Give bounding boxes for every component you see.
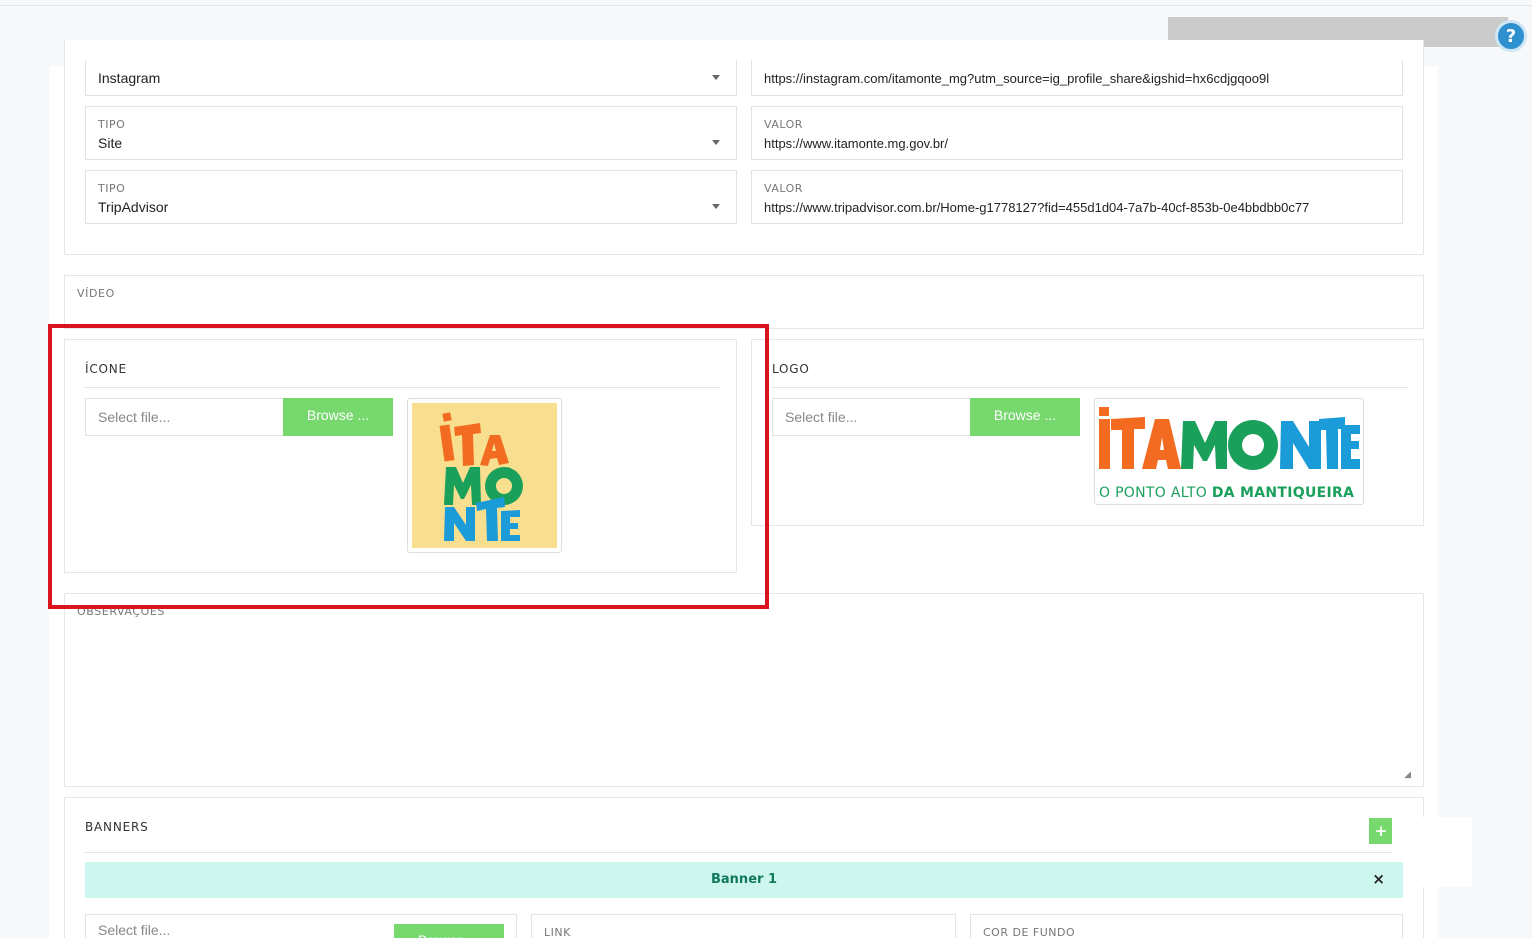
observacoes-textarea[interactable]: OBSERVAÇÕES ◢ [64, 593, 1424, 787]
social-value-text: https://instagram.com/itamonte_mg?utm_so… [764, 71, 1270, 86]
cor-de-fundo-label: COR DE FUNDO [983, 926, 1076, 938]
video-label: VÍDEO [77, 287, 115, 300]
valor-label: VALOR [764, 182, 803, 195]
social-type-select[interactable]: TIPO Site [85, 106, 737, 160]
banner-bg-color-field[interactable]: COR DE FUNDO [970, 914, 1403, 938]
banner-title: Banner 1 [711, 872, 777, 887]
social-type-value: Instagram [98, 70, 161, 86]
banner-header[interactable]: Banner 1 × [85, 862, 1403, 898]
top-divider [0, 5, 1532, 6]
social-value-text: https://www.itamonte.mg.gov.br/ [764, 136, 948, 151]
banner-link-field[interactable]: LINK [531, 914, 956, 938]
overlay-block [1392, 817, 1472, 887]
logo-file-input[interactable]: Select file... [772, 398, 972, 436]
close-icon[interactable]: × [1372, 870, 1385, 888]
highlight-annotation [48, 324, 769, 609]
banner-file-placeholder: Select file... [98, 922, 171, 938]
social-value-field[interactable]: VALOR https://www.tripadvisor.com.br/Hom… [751, 170, 1403, 224]
chevron-down-icon [712, 140, 720, 145]
logo-browse-button[interactable]: Browse ... [970, 398, 1080, 436]
social-value-field[interactable]: https://instagram.com/itamonte_mg?utm_so… [751, 60, 1403, 96]
tipo-label: TIPO [98, 118, 126, 131]
divider [85, 852, 1405, 853]
social-type-value: Site [98, 135, 123, 151]
help-icon[interactable]: ? [1495, 20, 1527, 52]
logo-tagline-bold: DA MANTIQUEIRA [1211, 485, 1355, 501]
resize-handle-icon[interactable]: ◢ [1404, 770, 1411, 780]
video-field[interactable]: VÍDEO [64, 275, 1424, 329]
tipo-label: TIPO [98, 182, 126, 195]
divider [772, 387, 1408, 388]
chevron-down-icon [712, 204, 720, 209]
social-value-field[interactable]: VALOR https://www.itamonte.mg.gov.br/ [751, 106, 1403, 160]
social-type-select[interactable]: TIPO TripAdvisor [85, 170, 737, 224]
social-value-text: https://www.tripadvisor.com.br/Home-g177… [764, 200, 1310, 215]
banner-browse-button[interactable]: Browse ... [394, 924, 504, 938]
logo-file-placeholder: Select file... [785, 409, 858, 425]
logo-tagline-light: O PONTO ALTO [1099, 485, 1208, 501]
chevron-down-icon [712, 75, 720, 80]
valor-label: VALOR [764, 118, 803, 131]
logo-section: LOGO Select file... Browse ... O PONTO A… [751, 339, 1424, 526]
logo-preview: O PONTO ALTO DA MANTIQUEIRA [1094, 398, 1364, 505]
social-type-select[interactable]: Instagram [85, 60, 737, 96]
add-banner-button[interactable]: + [1369, 818, 1393, 844]
logo-title: LOGO [772, 362, 810, 376]
social-type-value: TripAdvisor [98, 199, 169, 215]
banners-title: BANNERS [85, 820, 149, 834]
link-label: LINK [544, 926, 571, 938]
logo-tagline: O PONTO ALTO DA MANTIQUEIRA [1099, 485, 1354, 501]
